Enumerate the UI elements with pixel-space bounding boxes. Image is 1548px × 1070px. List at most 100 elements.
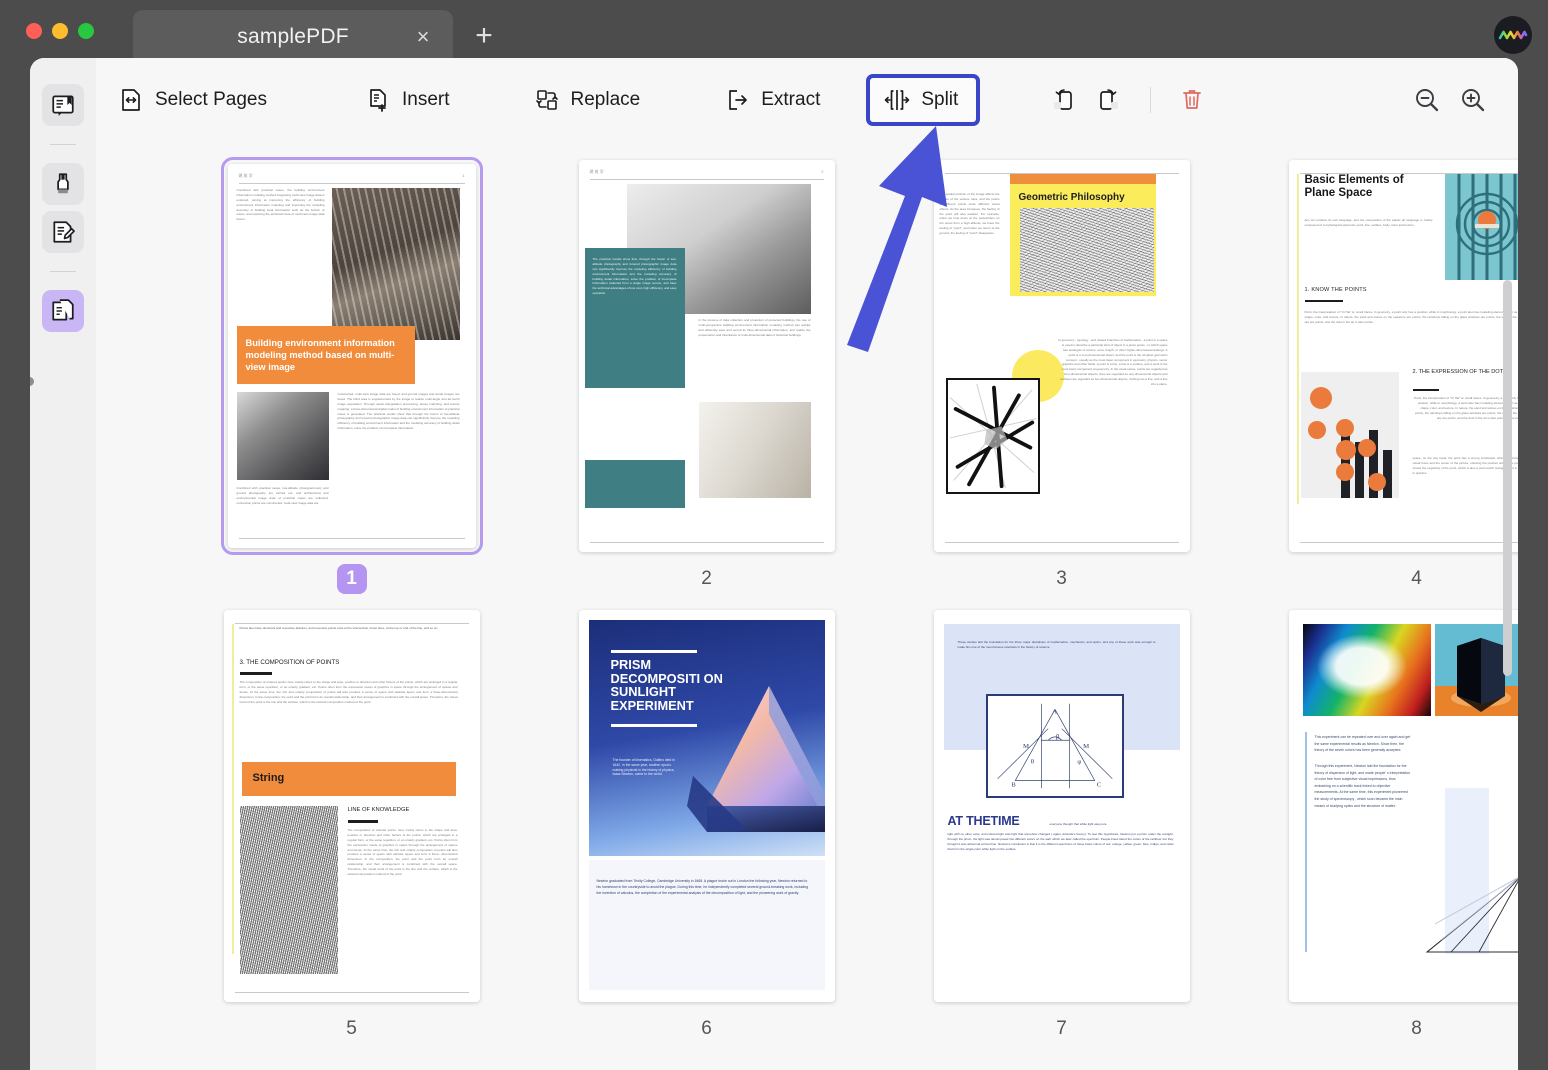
page-cell-4[interactable]: Basic Elements of Plane Space Any art co… bbox=[1239, 160, 1518, 594]
page1-right-column: constructed, multi-view image data are f… bbox=[337, 392, 460, 431]
zoom-out-icon bbox=[1416, 89, 1439, 112]
app-body: Select Pages Insert Replace Extract Spli… bbox=[30, 58, 1518, 1070]
select-pages-button[interactable]: Select Pages bbox=[106, 80, 279, 120]
page-thumbnail-8[interactable]: This experiment can be repeated over and… bbox=[1288, 610, 1518, 1002]
zoom-in-button[interactable] bbox=[1450, 80, 1496, 120]
page7-heading-tail-wrap: everyone thought that white light was pu… bbox=[1050, 822, 1172, 827]
page5-body-2: The composition of ordered points: here … bbox=[347, 828, 458, 876]
page5-string-banner: String bbox=[241, 762, 456, 796]
maximize-window-button[interactable] bbox=[78, 23, 94, 39]
close-window-button[interactable] bbox=[26, 23, 42, 39]
page-thumbnail-4[interactable]: Basic Elements of Plane Space Any art co… bbox=[1288, 160, 1518, 552]
page7-body: light with no other color, and colored l… bbox=[947, 832, 1174, 851]
svg-text:θ: θ bbox=[1030, 758, 1033, 765]
vertical-scrollbar[interactable] bbox=[1503, 230, 1512, 1060]
split-label: Split bbox=[921, 89, 959, 110]
page-surface-5: Points also have dominant and recessive … bbox=[223, 610, 480, 1002]
sidebar-item-highlight-tool[interactable] bbox=[42, 163, 84, 205]
page-footer-rule-4 bbox=[1299, 542, 1518, 543]
sidebar-item-reader-view[interactable] bbox=[42, 84, 84, 126]
page7-heading-tail: everyone thought that white light was pu… bbox=[1049, 822, 1107, 826]
page-number-1[interactable]: 1 bbox=[336, 564, 367, 594]
page-cell-5[interactable]: Points also have dominant and recessive … bbox=[174, 610, 529, 1044]
page-surface-8: This experiment can be repeated over and… bbox=[1288, 610, 1518, 1002]
traffic-lights bbox=[26, 23, 94, 39]
page5-heading-2: LINE OF KNOWLEDGE bbox=[347, 807, 410, 813]
page-cell-1[interactable]: 建 筑 学 1 Combined with practical cases, t… bbox=[174, 157, 529, 594]
page-content-5: Points also have dominant and recessive … bbox=[224, 610, 480, 1002]
page4-rule-1 bbox=[1304, 300, 1343, 303]
page-thumbnail-2[interactable]: 建 筑 学 2 The practical results show that,… bbox=[578, 160, 835, 552]
page6-hero: PRISM DECOMPOSITI ON SUNLIGHT EXPERIMENT… bbox=[588, 620, 825, 856]
page-number-2[interactable]: 2 bbox=[701, 564, 712, 594]
page-thumbnail-3[interactable]: Geometric Philosophy The spatial positio… bbox=[933, 160, 1190, 552]
page-header-right: 2 bbox=[821, 169, 824, 174]
sidebar-divider-2 bbox=[50, 271, 76, 272]
page-thumbnail-1[interactable]: 建 筑 学 1 Combined with practical cases, t… bbox=[220, 157, 483, 555]
highlighter-icon bbox=[57, 173, 69, 194]
page3-line-art-svg bbox=[949, 383, 1036, 489]
svg-text:M: M bbox=[1022, 743, 1028, 750]
extract-button[interactable]: Extract bbox=[712, 80, 832, 120]
page-number-5[interactable]: 5 bbox=[346, 1014, 357, 1044]
svg-text:φ: φ bbox=[1077, 758, 1081, 765]
page-thumbnail-5[interactable]: Points also have dominant and recessive … bbox=[223, 610, 480, 1002]
rotate-right-button[interactable] bbox=[1086, 80, 1132, 120]
page8-accent-bar bbox=[1304, 732, 1307, 952]
page5-accent-bar bbox=[231, 624, 234, 954]
page5-body-1: The composition of ordered points: here … bbox=[239, 680, 458, 704]
rail-resize-handle[interactable] bbox=[30, 377, 34, 386]
new-tab-icon[interactable]: + bbox=[470, 21, 498, 51]
page-number-8[interactable]: 8 bbox=[1411, 1014, 1422, 1044]
rotate-left-button[interactable] bbox=[1040, 80, 1086, 120]
window-chrome: samplePDF × + Select Pages Insert Replac… bbox=[0, 0, 1548, 1070]
page-footer-rule-3 bbox=[944, 542, 1179, 543]
svg-text:M: M bbox=[1083, 743, 1089, 750]
delete-button[interactable] bbox=[1169, 80, 1215, 120]
page-cell-3[interactable]: Geometric Philosophy The spatial positio… bbox=[884, 160, 1239, 594]
page-number-4[interactable]: 4 bbox=[1411, 564, 1422, 594]
rotate-right-icon bbox=[1100, 89, 1119, 110]
page-footer-rule-2 bbox=[589, 542, 824, 543]
page-thumbnail-6[interactable]: PRISM DECOMPOSITI ON SUNLIGHT EXPERIMENT… bbox=[578, 610, 835, 1002]
select-pages-icon bbox=[118, 87, 144, 113]
sidebar-item-organize-pages[interactable] bbox=[42, 290, 84, 332]
insert-button[interactable]: Insert bbox=[353, 80, 462, 120]
zoom-out-button[interactable] bbox=[1404, 80, 1450, 120]
sidebar-item-annotate-tool[interactable] bbox=[42, 211, 84, 253]
page7-body-wrap: light with no other color, and colored l… bbox=[948, 832, 1174, 852]
page7-diagram-svg: A B C M M β θ φ bbox=[996, 703, 1113, 788]
page3-orange-strip bbox=[1009, 174, 1156, 184]
page5-heading-1: 3. THE COMPOSITION OF POINTS bbox=[239, 659, 340, 666]
page6-body: Newton graduated from Trinity College, C… bbox=[596, 879, 809, 896]
page-number-6[interactable]: 6 bbox=[701, 1014, 712, 1044]
split-button[interactable]: Split bbox=[866, 74, 981, 126]
page-cell-6[interactable]: PRISM DECOMPOSITI ON SUNLIGHT EXPERIMENT… bbox=[529, 610, 884, 1044]
page-number-3[interactable]: 3 bbox=[1056, 564, 1067, 594]
page-content-7: These studies laid the foundation for th… bbox=[934, 610, 1190, 1002]
page-cell-2[interactable]: 建 筑 学 2 The practical results show that,… bbox=[529, 160, 884, 594]
trash-icon bbox=[1183, 90, 1202, 109]
avatar[interactable] bbox=[1494, 16, 1532, 54]
page-thumbnail-7[interactable]: These studies laid the foundation for th… bbox=[933, 610, 1190, 1002]
page4-title: Basic Elements of Plane Space bbox=[1304, 174, 1404, 200]
page-cell-7[interactable]: These studies laid the foundation for th… bbox=[884, 610, 1239, 1044]
minimize-window-button[interactable] bbox=[52, 23, 68, 39]
page-cell-8[interactable]: This experiment can be repeated over and… bbox=[1239, 610, 1518, 1044]
page-number-7[interactable]: 7 bbox=[1056, 1014, 1067, 1044]
replace-button[interactable]: Replace bbox=[522, 80, 653, 120]
pages-area[interactable]: 建 筑 学 1 Combined with practical cases, t… bbox=[96, 142, 1518, 1070]
tab-samplepdf[interactable]: samplePDF × bbox=[133, 10, 453, 63]
page1-title: Building environment information modelin… bbox=[245, 337, 395, 373]
insert-label: Insert bbox=[401, 89, 450, 110]
close-tab-icon[interactable]: × bbox=[411, 25, 435, 49]
replace-icon bbox=[534, 87, 560, 113]
page5-lead: Points also have dominant and recessive … bbox=[239, 626, 439, 630]
page4-lead: Any art contains its own language, and t… bbox=[1304, 218, 1433, 227]
page-content-4: Basic Elements of Plane Space Any art co… bbox=[1289, 160, 1518, 552]
page4-heading-1: 1. KNOW THE POINTS bbox=[1304, 287, 1367, 293]
page6-subtitle: The founder of kinematics, Galileo died … bbox=[612, 758, 675, 777]
scrollbar-thumb[interactable] bbox=[1503, 280, 1512, 676]
rotate-left-icon bbox=[1054, 89, 1073, 110]
page7-prism-diagram: A B C M M β θ φ bbox=[985, 694, 1124, 798]
